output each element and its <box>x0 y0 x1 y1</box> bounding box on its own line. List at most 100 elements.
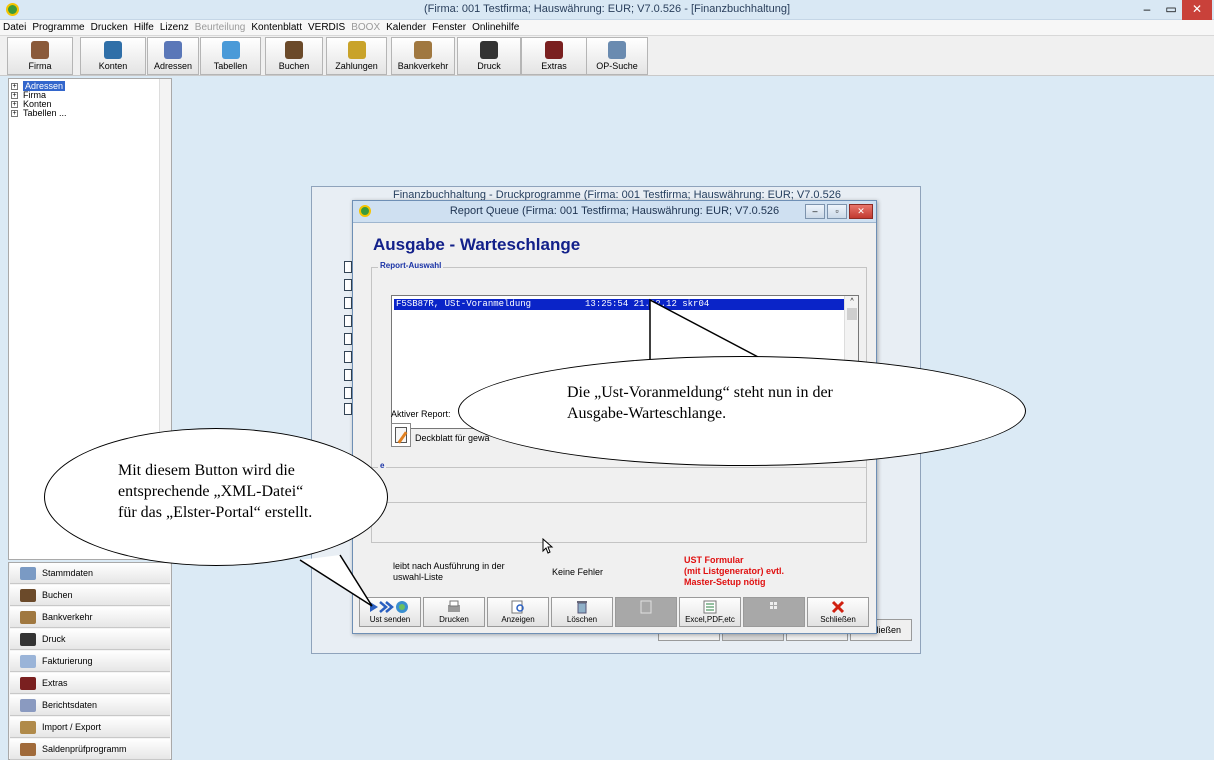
toolbar-zahlungen-button[interactable]: Zahlungen <box>326 37 387 75</box>
minimize-button[interactable]: – <box>805 204 825 219</box>
active-report-label: Aktiver Report: <box>391 409 451 419</box>
print-button[interactable]: Drucken <box>423 597 485 627</box>
book-icon <box>285 41 303 59</box>
warning-line-3: Master-Setup nötig <box>684 577 766 587</box>
menu-drucken[interactable]: Drucken <box>88 20 131 33</box>
minimize-button[interactable]: – <box>1134 0 1160 20</box>
company-icon <box>31 41 49 59</box>
menu-kontenblatt[interactable]: Kontenblatt <box>248 20 305 33</box>
close-button[interactable]: Schließen <box>807 597 869 627</box>
scroll-up-icon[interactable]: ^ <box>847 298 857 306</box>
tree-node-label: Tabellen ... <box>23 108 67 118</box>
menu-fenster[interactable]: Fenster <box>429 20 469 33</box>
nav-item-saldenpr-fprogramm[interactable]: Saldenprüfprogramm <box>10 739 170 760</box>
callout-queue-line-2: Ausgabe-Warteschlange. <box>567 405 727 422</box>
list-checkbox[interactable] <box>344 279 352 291</box>
nav-item-fakturierung[interactable]: Fakturierung <box>10 651 170 672</box>
second-group: e <box>371 461 867 543</box>
toolbar-label: Zahlungen <box>335 61 378 71</box>
remain-text-1: leibt nach Ausführung in der <box>393 561 505 571</box>
nav-item-berichtsdaten[interactable]: Berichtsdaten <box>10 695 170 716</box>
module-navigation: Stammdaten Buchen Bankverkehr Druck Fakturie… <box>8 562 172 760</box>
maximize-button[interactable]: ▭ <box>1160 0 1182 20</box>
toolbar-buchen-button[interactable]: Buchen <box>265 37 323 75</box>
nav-item-extras[interactable]: Extras <box>10 673 170 694</box>
preview-icon <box>510 600 526 614</box>
printer-icon <box>20 633 36 646</box>
tree-node[interactable]: + Tabellen ... <box>11 108 67 118</box>
menu-verdis[interactable]: VERDIS <box>305 20 348 33</box>
menu-boox: BOOX <box>351 22 381 33</box>
list-checkbox[interactable] <box>344 369 352 381</box>
close-label: Schließen <box>820 615 856 624</box>
menu-lizenz[interactable]: Lizenz <box>157 20 192 33</box>
expand-icon[interactable]: + <box>11 110 18 117</box>
nav-item-import-export[interactable]: Import / Export <box>10 717 170 738</box>
toolbar-druck-button[interactable]: Druck <box>457 37 521 75</box>
nav-item-stammdaten[interactable]: Stammdaten <box>10 563 170 584</box>
queue-list-row[interactable]: F5SB87R, USt-Voranmeldung 13:25:54 21.12… <box>394 299 844 310</box>
grid-icon <box>766 600 782 614</box>
list-checkbox[interactable] <box>344 261 352 273</box>
send-icon <box>366 600 414 614</box>
report-icon <box>20 699 36 712</box>
toolbar-label: OP-Suche <box>596 61 638 71</box>
maximize-button[interactable]: ▫ <box>827 204 847 219</box>
close-icon[interactable]: ✕ <box>849 204 873 219</box>
export-button[interactable]: Excel,PDF,etc <box>679 597 741 627</box>
ust-send-label: Ust senden <box>369 615 411 624</box>
coins-icon <box>347 41 366 59</box>
nav-item-buchen[interactable]: Buchen <box>10 585 170 606</box>
queue-heading: Ausgabe - Warteschlange <box>373 235 581 254</box>
expand-icon[interactable]: + <box>11 101 18 108</box>
nav-item-label: Import / Export <box>42 722 102 732</box>
show-button[interactable]: Anzeigen <box>487 597 549 627</box>
close-icon <box>830 600 846 614</box>
toolbar-firma-button[interactable]: Firma <box>7 37 73 75</box>
toolbar-extras-button[interactable]: Extras <box>521 37 587 75</box>
menu-programme[interactable]: Programme <box>29 20 87 33</box>
expand-icon[interactable]: + <box>11 92 18 99</box>
list-checkbox[interactable] <box>344 315 352 327</box>
window-title: (Firma: 001 Testfirma; Hauswährung: EUR;… <box>423 3 791 15</box>
cover-sheet-icon[interactable] <box>391 423 411 447</box>
toolbar-adressen-button[interactable]: Adressen <box>147 37 199 75</box>
list-checkbox[interactable] <box>344 333 352 345</box>
ust-send-button[interactable]: Ust senden <box>359 597 421 627</box>
toolbar-konten-button[interactable]: Konten <box>80 37 146 75</box>
nav-item-label: Extras <box>42 678 68 688</box>
title-bar: (Firma: 001 Testfirma; Hauswährung: EUR;… <box>0 0 1214 20</box>
menu-onlinehilfe[interactable]: Onlinehilfe <box>469 20 522 33</box>
list-checkbox[interactable] <box>344 387 352 399</box>
warning-line-1: UST Formular <box>684 555 744 565</box>
print-label: Drucken <box>439 615 469 624</box>
list-checkbox[interactable] <box>344 297 352 309</box>
nav-item-label: Fakturierung <box>42 656 93 666</box>
toolbar-label: Konten <box>98 61 128 71</box>
error-status: Keine Fehler <box>552 567 604 577</box>
nav-item-bankverkehr[interactable]: Bankverkehr <box>10 607 170 628</box>
delete-label: Löschen <box>566 615 598 624</box>
cover-sheet-label: Deckblatt für gewä <box>415 433 490 443</box>
invoice-icon <box>20 655 36 668</box>
close-window-button[interactable]: ✕ <box>1182 0 1212 20</box>
second-group-label: e <box>378 461 387 470</box>
menu-kalender[interactable]: Kalender <box>383 20 429 33</box>
scroll-thumb[interactable] <box>847 308 857 320</box>
report-queue-title: Report Queue (Firma: 001 Testfirma; Haus… <box>449 205 780 217</box>
toolbar-op-suche-button[interactable]: OP-Suche <box>586 37 648 75</box>
menu-hilfe[interactable]: Hilfe <box>131 20 157 33</box>
callout-button-line-1: Mit diesem Button wird die <box>118 462 295 479</box>
toolbar-label: Bankverkehr <box>397 61 449 71</box>
menu-datei[interactable]: Datei <box>0 20 29 33</box>
toolbar-label: Adressen <box>153 61 193 71</box>
list-checkbox[interactable] <box>344 351 352 363</box>
nav-item-druck[interactable]: Druck <box>10 629 170 650</box>
master-data-icon <box>20 567 36 580</box>
list-checkbox[interactable] <box>344 403 352 415</box>
delete-button[interactable]: Löschen <box>551 597 613 627</box>
expand-icon[interactable]: + <box>11 83 18 90</box>
toolbar-bankverkehr-button[interactable]: Bankverkehr <box>391 37 455 75</box>
toolbar-label: Buchen <box>278 61 310 71</box>
toolbar-tabellen-button[interactable]: Tabellen <box>200 37 261 75</box>
